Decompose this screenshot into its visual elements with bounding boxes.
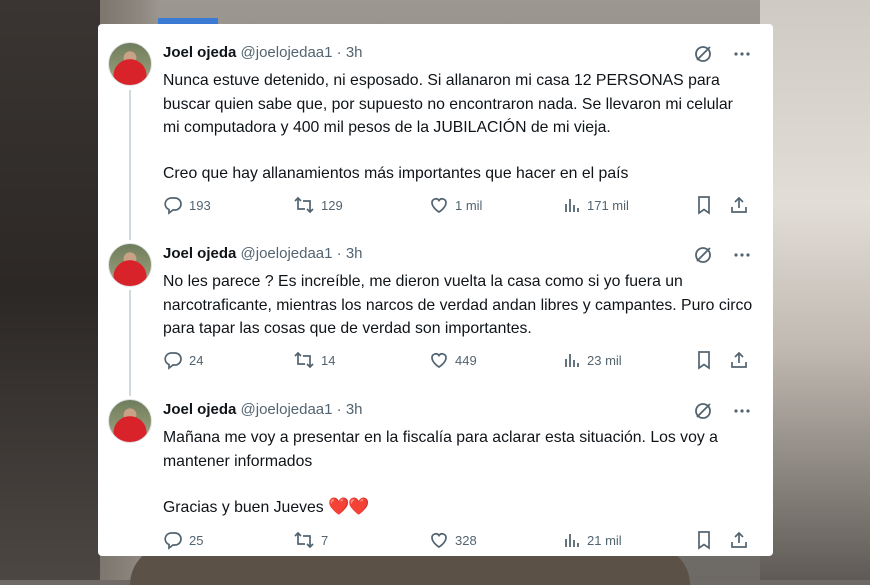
reply-icon xyxy=(164,352,182,370)
reply-button[interactable]: 25 xyxy=(163,530,203,550)
share-button[interactable] xyxy=(729,195,749,215)
author-handle[interactable]: @joelojedaa1 xyxy=(241,245,333,262)
share-button[interactable] xyxy=(729,530,749,550)
reply-count: 193 xyxy=(189,197,211,213)
bookmark-button[interactable] xyxy=(695,195,713,215)
grok-icon[interactable] xyxy=(693,401,713,421)
share-button[interactable] xyxy=(729,350,749,370)
tweet-header: Joel ojeda @joelojedaa1 · 3h xyxy=(163,245,363,262)
reply-button[interactable]: 193 xyxy=(163,195,211,215)
views-icon xyxy=(565,199,579,212)
background-shape xyxy=(0,0,100,580)
reply-icon xyxy=(164,532,182,550)
grok-icon[interactable] xyxy=(693,245,713,265)
like-icon xyxy=(431,533,447,548)
views-button[interactable]: 23 mil xyxy=(563,350,622,370)
tweet-paragraph: No les parece ? Es increíble, me dieron … xyxy=(163,273,753,337)
share-icon xyxy=(731,196,747,213)
like-icon xyxy=(431,198,447,213)
views-count: 171 mil xyxy=(587,197,629,213)
retweet-icon xyxy=(294,531,314,549)
like-icon xyxy=(431,353,447,368)
like-count: 449 xyxy=(455,352,477,368)
like-button[interactable]: 328 xyxy=(429,530,477,550)
bookmark-icon xyxy=(698,531,710,550)
avatar[interactable] xyxy=(108,399,152,443)
tweet-time[interactable]: 3h xyxy=(346,401,363,418)
share-icon xyxy=(731,531,747,548)
author-name[interactable]: Joel ojeda xyxy=(163,44,236,61)
tweet-text: Mañana me voy a presentar en la fiscalía… xyxy=(163,426,753,520)
tweet-time[interactable]: 3h xyxy=(346,44,363,61)
reply-count: 25 xyxy=(189,532,204,548)
tweet-header: Joel ojeda @joelojedaa1 · 3h xyxy=(163,401,363,418)
tweet-time[interactable]: 3h xyxy=(346,245,363,262)
bookmark-button[interactable] xyxy=(695,350,713,370)
retweet-count: 14 xyxy=(321,352,336,368)
more-icon[interactable] xyxy=(733,45,751,63)
separator-dot: · xyxy=(336,44,342,61)
tweet-actions: 25 7 328 21 mil xyxy=(163,530,753,554)
tweet[interactable]: Joel ojeda @joelojedaa1 · 3h Nunca estuv… xyxy=(98,24,773,230)
tweet-paragraph: Nunca estuve detenido, ni esposado. Si a… xyxy=(163,72,733,136)
author-handle[interactable]: @joelojedaa1 xyxy=(241,401,333,418)
views-button[interactable]: 171 mil xyxy=(563,195,629,215)
grok-icon[interactable] xyxy=(693,44,713,64)
views-count: 21 mil xyxy=(587,532,622,548)
tweet-paragraph: Mañana me voy a presentar en la fiscalía… xyxy=(163,429,718,470)
avatar[interactable] xyxy=(108,243,152,287)
tweet-header: Joel ojeda @joelojedaa1 · 3h xyxy=(163,44,363,61)
more-icon[interactable] xyxy=(733,402,751,420)
retweet-count: 7 xyxy=(321,532,329,548)
heart-emoji: ❤️❤️ xyxy=(328,497,369,516)
retweet-count: 129 xyxy=(321,197,343,213)
retweet-button[interactable]: 14 xyxy=(293,350,335,370)
retweet-button[interactable]: 129 xyxy=(293,195,343,215)
reply-count: 24 xyxy=(189,352,204,368)
bookmark-icon xyxy=(698,196,710,215)
like-count: 328 xyxy=(455,532,477,548)
views-icon xyxy=(565,534,579,547)
tweet-actions: 24 14 449 23 mil xyxy=(163,350,753,374)
reply-icon xyxy=(164,197,182,215)
bookmark-icon xyxy=(698,351,710,370)
author-handle[interactable]: @joelojedaa1 xyxy=(241,44,333,61)
author-name[interactable]: Joel ojeda xyxy=(163,401,236,418)
share-icon xyxy=(731,351,747,368)
thread-line xyxy=(129,290,131,396)
tweet-text: Nunca estuve detenido, ni esposado. Si a… xyxy=(163,69,753,185)
retweet-button[interactable]: 7 xyxy=(293,530,328,550)
views-count: 23 mil xyxy=(587,352,622,368)
separator-dot: · xyxy=(336,401,342,418)
like-button[interactable]: 1 mil xyxy=(429,195,482,215)
tweet-actions: 193 129 1 mil 171 mil xyxy=(163,195,753,219)
tweet-thread-card: Joel ojeda @joelojedaa1 · 3h Nunca estuv… xyxy=(98,24,773,556)
views-icon xyxy=(565,354,579,367)
tweet-paragraph: Gracias y buen Jueves ❤️❤️ xyxy=(163,495,753,520)
retweet-icon xyxy=(294,196,314,214)
more-icon[interactable] xyxy=(733,246,751,264)
reply-button[interactable]: 24 xyxy=(163,350,203,370)
views-button[interactable]: 21 mil xyxy=(563,530,622,550)
bookmark-button[interactable] xyxy=(695,530,713,550)
author-name[interactable]: Joel ojeda xyxy=(163,245,236,262)
like-count: 1 mil xyxy=(455,197,483,213)
tweet-paragraph: Creo que hay allanamientos más important… xyxy=(163,164,629,182)
tweet-paragraph-text: Gracias y buen Jueves xyxy=(163,499,324,516)
tweet-top-icons xyxy=(693,401,751,421)
retweet-icon xyxy=(294,351,314,369)
separator-dot: · xyxy=(336,245,342,262)
tweet-top-icons xyxy=(693,44,751,64)
like-button[interactable]: 449 xyxy=(429,350,477,370)
tweet-top-icons xyxy=(693,245,751,265)
avatar[interactable] xyxy=(108,42,152,86)
tweet-text: No les parece ? Es increíble, me dieron … xyxy=(163,270,753,341)
